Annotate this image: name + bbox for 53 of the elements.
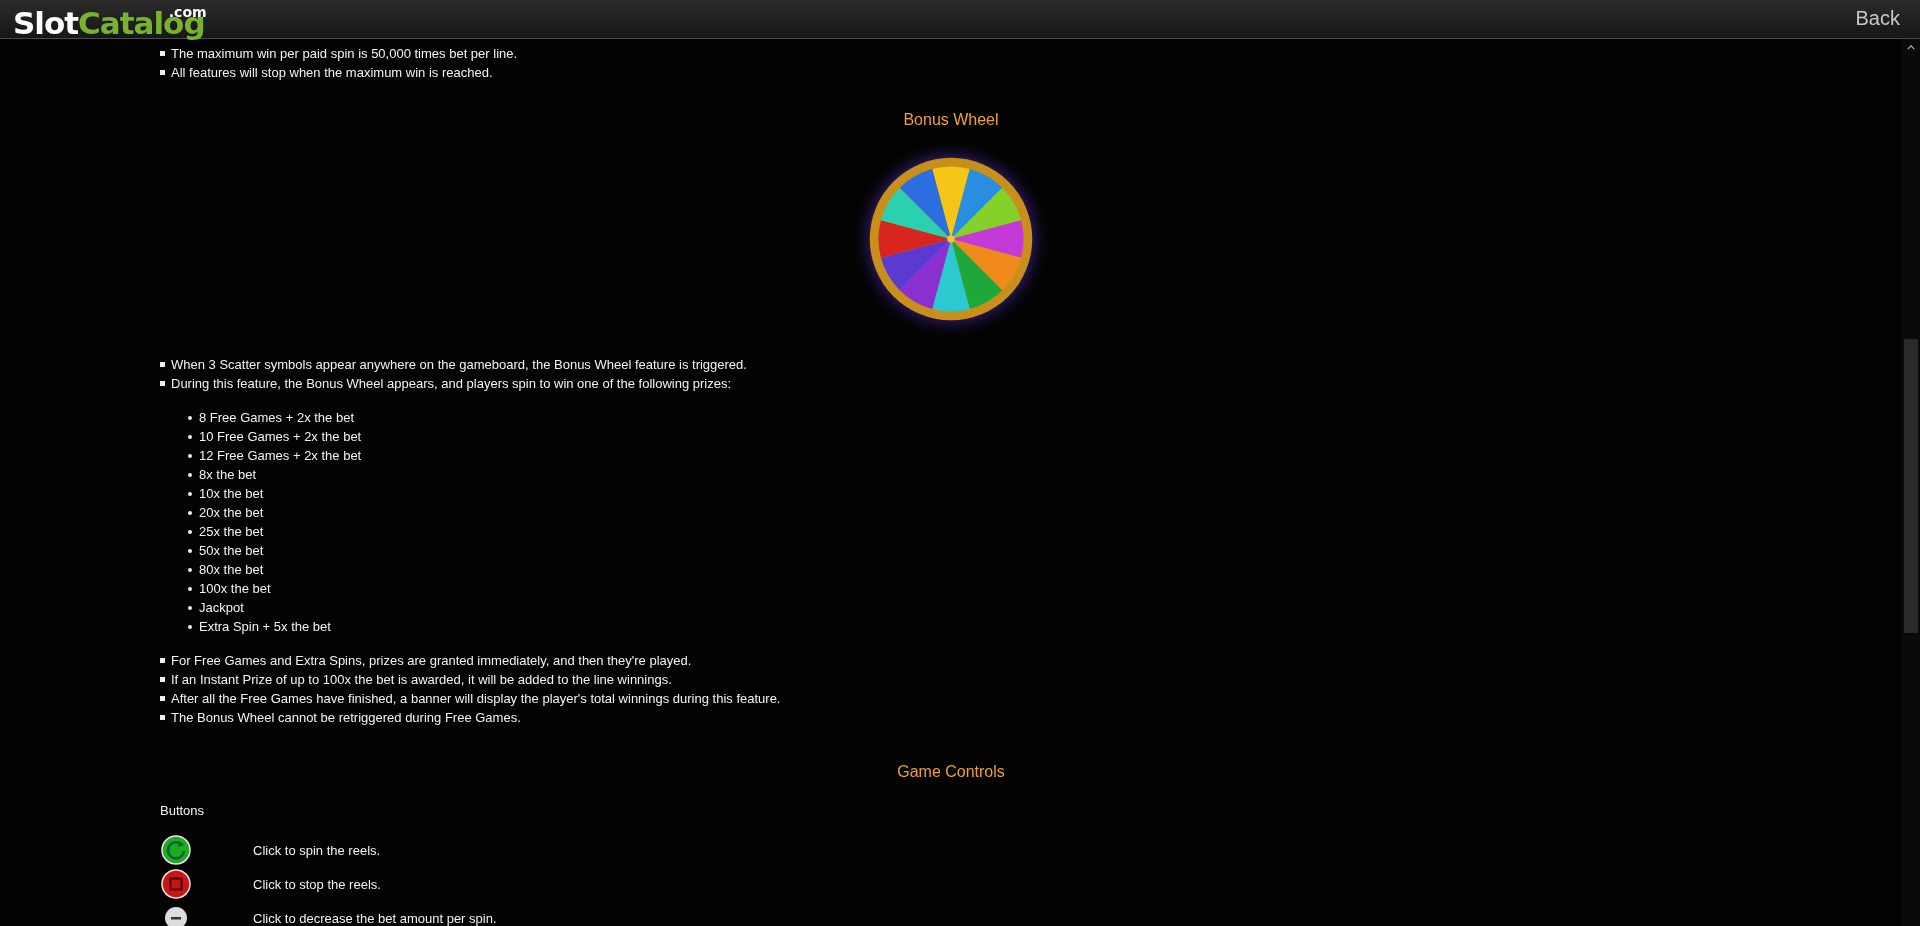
prize-text: 80x the bet [199, 562, 264, 577]
bullet-icon [188, 472, 192, 477]
rule-text: The Bonus Wheel cannot be retriggered during Free Games. [171, 710, 521, 725]
button-description: Click to spin the reels. [253, 842, 381, 858]
bullet-icon [160, 362, 165, 367]
rule-text: During this feature, the Bonus Wheel appears, and players spin to win one of the following prizes: [171, 376, 732, 391]
bullet-icon [188, 415, 192, 420]
bullet-icon [188, 510, 192, 515]
prize-text: 50x the bet [199, 543, 264, 558]
bullet-icon [188, 491, 192, 496]
bullet-icon [188, 586, 192, 591]
back-link[interactable]: Back [1855, 7, 1900, 30]
spin-icon [161, 835, 191, 865]
bullet-icon [160, 381, 165, 386]
section-heading: Game Controls [896, 763, 1006, 781]
prize-text: Jackpot [199, 600, 244, 615]
bullet-icon [188, 567, 192, 572]
prize-text: 8 Free Games + 2x the bet [199, 410, 354, 425]
prize-text: 20x the bet [199, 505, 264, 520]
bullet-icon [188, 605, 192, 610]
scroll-up-icon[interactable] [1907, 45, 1915, 50]
prize-text: 10x the bet [199, 486, 264, 501]
rule-text: If an Instant Prize of up to 100x the bet is awarded, it will be added to the line winnings. [171, 672, 672, 687]
scrollbar-thumb[interactable] [1904, 339, 1918, 633]
bullet-icon [188, 548, 192, 553]
rule-text: For Free Games and Extra Spins, prizes are granted immediately, and then they're played. [171, 653, 692, 668]
bullet-icon [160, 70, 165, 75]
bullet-icon [188, 624, 192, 629]
bullet-icon [160, 677, 165, 682]
bullet-icon [160, 715, 165, 720]
prize-text: 100x the bet [199, 581, 271, 596]
bullet-icon [188, 434, 192, 439]
prize-text: Extra Spin + 5x the bet [199, 619, 331, 634]
stop-icon [161, 869, 191, 899]
bullet-icon [160, 658, 165, 663]
scrollbar[interactable] [1902, 39, 1920, 926]
site-logo[interactable]: SlotCatalog .com [13, 8, 205, 39]
prize-text: 12 Free Games + 2x the bet [199, 448, 362, 463]
bullet-icon [188, 453, 192, 458]
prize-text: 10 Free Games + 2x the bet [199, 429, 362, 444]
rule-text: The maximum win per paid spin is 50,000 times bet per line. [171, 46, 518, 61]
rule-text: After all the Free Games have finished, a banner will display the player's total winnings during this feature. [171, 691, 781, 706]
prize-text: 8x the bet [199, 467, 257, 482]
bullet-icon [160, 51, 165, 56]
rule-text: All features will stop when the maximum win is reached. [171, 65, 493, 80]
bullet-icon [160, 696, 165, 701]
rule-text: When 3 Scatter symbols appear anywhere on the gameboard, the Bonus Wheel feature is triggered. [171, 357, 747, 372]
subheading: Buttons [160, 803, 206, 818]
button-description: Click to stop the reels. [253, 876, 381, 892]
bullet-icon [188, 529, 192, 534]
section-heading: Bonus Wheel [902, 111, 1000, 129]
button-description: Click to decrease the bet amount per spin. [253, 910, 497, 926]
prize-text: 25x the bet [199, 524, 264, 539]
